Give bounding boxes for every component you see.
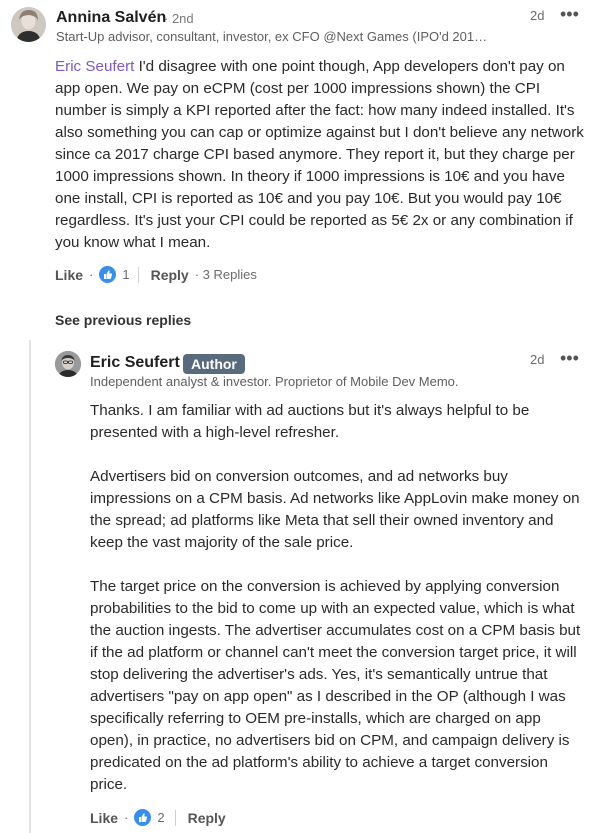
reply-paragraph: Thanks. I am familiar with ad auctions b… [90, 402, 530, 441]
thumbs-up-reaction-icon[interactable] [134, 809, 152, 826]
more-options-icon[interactable]: ••• [560, 349, 579, 367]
reply-paragraph: Advertisers bid on conversion outcomes, … [90, 468, 580, 551]
author-badge: Author [183, 354, 245, 374]
divider [137, 266, 139, 283]
thread-line [29, 340, 31, 833]
thumbs-up-reaction-icon[interactable] [99, 266, 117, 283]
comment-author-name[interactable]: Annina Salvén [56, 9, 166, 27]
like-button[interactable]: Like [55, 267, 83, 283]
avatar-photo-icon [55, 351, 81, 377]
reply-button[interactable]: Reply [188, 810, 226, 826]
comment-body: Eric Seufert I'd disagree with one point… [55, 56, 585, 254]
mention-link[interactable]: Eric Seufert [55, 58, 134, 75]
comment-timestamp: 2d [530, 8, 545, 23]
reply-body: Thanks. I am familiar with ad auctions b… [90, 400, 588, 796]
avatar[interactable] [55, 351, 81, 377]
see-previous-replies-link[interactable]: See previous replies [55, 312, 191, 328]
author-headline: Independent analyst & investor. Propriet… [90, 374, 459, 389]
more-options-icon[interactable]: ••• [560, 5, 579, 23]
connection-degree: · 2nd [164, 11, 194, 26]
comment-actions: Like · 1 Reply · 3 Replies [55, 266, 257, 283]
reply-actions: Like · 2 Reply [90, 809, 226, 826]
reply-paragraph: The target price on the conversion is ac… [90, 578, 581, 793]
avatar[interactable] [11, 7, 46, 42]
divider [174, 809, 176, 826]
reply-button[interactable]: Reply [151, 267, 189, 283]
separator-dot: · [124, 810, 129, 825]
avatar-photo-icon [11, 7, 46, 42]
author-headline: Start-Up advisor, consultant, investor, … [56, 29, 488, 44]
reaction-count[interactable]: 2 [157, 810, 164, 825]
comment-timestamp: 2d [530, 352, 545, 367]
comment-text: I'd disagree with one point though, App … [55, 58, 584, 251]
separator-dot: · [89, 267, 94, 282]
reaction-count[interactable]: 1 [122, 267, 129, 282]
like-button[interactable]: Like [90, 810, 118, 826]
comment-author-name[interactable]: Eric Seufert [90, 354, 180, 372]
replies-count-link[interactable]: · 3 Replies [195, 267, 257, 282]
